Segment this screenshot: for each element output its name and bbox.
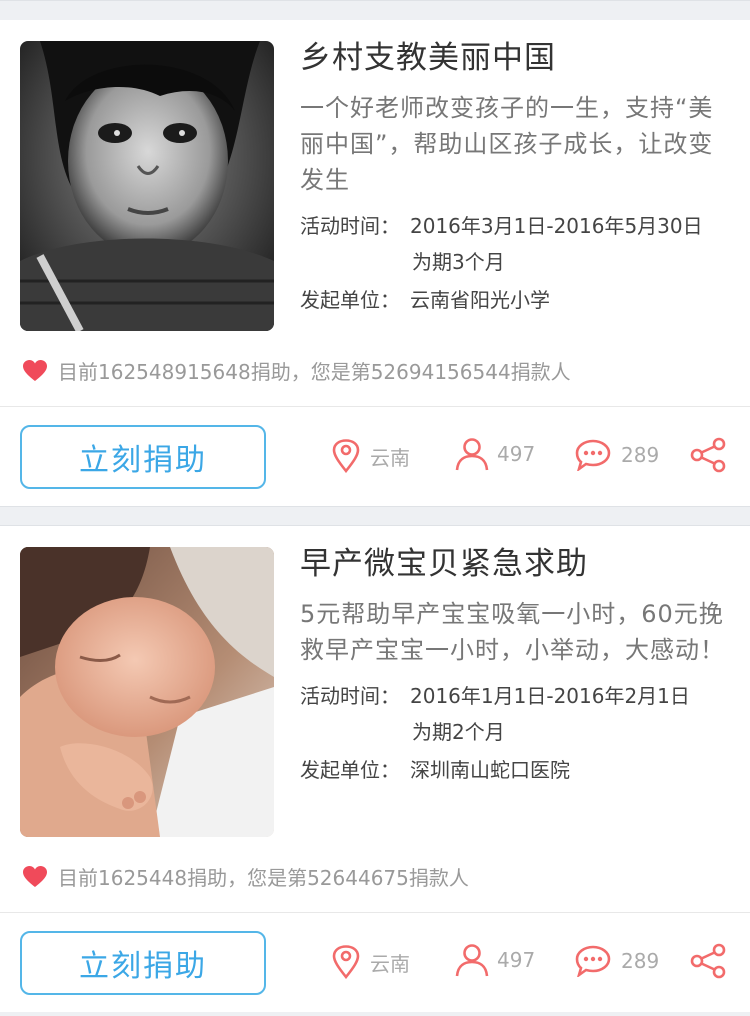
project-meta: 活动时间： 2016年1月1日-2016年2月1日 为期2个月 发起单位： 深圳… xyxy=(300,678,730,788)
project-info: 早产微宝贝紧急求助 5元帮助早产宝宝吸氧一小时，60元挽救早产宝宝一小时，小举动… xyxy=(300,544,730,788)
comments-stat[interactable]: 289 xyxy=(575,945,659,977)
location-label: 云南 xyxy=(370,951,410,976)
project-title[interactable]: 早产微宝贝紧急求助 xyxy=(300,544,730,584)
card-body: 早产微宝贝紧急求助 5元帮助早产宝宝吸氧一小时，60元挽救早产宝宝一小时，小举动… xyxy=(0,526,750,912)
comments-stat[interactable]: 289 xyxy=(575,439,659,471)
donation-text: 目前1625448捐助，您是第52644675捐款人 xyxy=(58,866,469,890)
person-icon xyxy=(455,943,489,977)
share-icon xyxy=(690,437,726,473)
person-icon xyxy=(455,437,489,471)
organizer-label: 发起单位： xyxy=(300,758,400,782)
project-title[interactable]: 乡村支教美丽中国 xyxy=(300,38,730,78)
activity-time-row: 活动时间： 2016年3月1日-2016年5月30日 xyxy=(300,208,730,244)
activity-time-row: 活动时间： 2016年1月1日-2016年2月1日 xyxy=(300,678,730,714)
activity-time-label: 活动时间： xyxy=(300,684,400,708)
participants-count: 497 xyxy=(497,442,536,466)
project-card: 早产微宝贝紧急求助 5元帮助早产宝宝吸氧一小时，60元挽救早产宝宝一小时，小举动… xyxy=(0,526,750,1012)
activity-duration: 为期2个月 xyxy=(412,720,505,744)
chat-bubble-icon xyxy=(575,945,611,977)
organizer-label: 发起单位： xyxy=(300,288,400,312)
donation-summary: 目前1625448捐助，您是第52644675捐款人 xyxy=(22,862,469,891)
location-stat[interactable]: 云南 xyxy=(332,945,410,979)
activity-time-value: 2016年3月1日-2016年5月30日 xyxy=(410,214,703,238)
activity-time-label: 活动时间： xyxy=(300,214,400,238)
activity-duration: 为期3个月 xyxy=(412,250,505,274)
participants-stat[interactable]: 497 xyxy=(455,943,535,977)
location-pin-icon xyxy=(332,945,360,979)
project-image-baby[interactable] xyxy=(20,547,274,837)
share-icon xyxy=(690,943,726,979)
organizer-row: 发起单位： 深圳南山蛇口医院 xyxy=(300,752,730,788)
top-spacer xyxy=(0,0,750,20)
location-stat[interactable]: 云南 xyxy=(332,439,410,473)
participants-count: 497 xyxy=(497,948,536,972)
share-button[interactable] xyxy=(690,437,726,473)
project-info: 乡村支教美丽中国 一个好老师改变孩子的一生，支持“美丽中国”，帮助山区孩子成长，… xyxy=(300,38,730,318)
project-image-girl[interactable] xyxy=(20,41,274,331)
card-body: 乡村支教美丽中国 一个好老师改变孩子的一生，支持“美丽中国”，帮助山区孩子成长，… xyxy=(0,20,750,406)
location-pin-icon xyxy=(332,439,360,473)
donate-now-button[interactable]: 立刻捐助 xyxy=(20,931,266,995)
comments-count: 289 xyxy=(621,443,660,467)
donation-summary: 目前162548915648捐助，您是第52694156544捐款人 xyxy=(22,356,571,385)
card-actions: 立刻捐助 云南 497 289 xyxy=(0,912,750,1012)
project-description: 5元帮助早产宝宝吸氧一小时，60元挽救早产宝宝一小时，小举动，大感动！ xyxy=(300,600,725,664)
share-button[interactable] xyxy=(690,943,726,979)
donate-now-button[interactable]: 立刻捐助 xyxy=(20,425,266,489)
organizer-value: 深圳南山蛇口医院 xyxy=(410,758,570,782)
heart-icon xyxy=(22,359,48,383)
card-actions: 立刻捐助 云南 497 289 xyxy=(0,406,750,506)
donation-text: 目前162548915648捐助，您是第52694156544捐款人 xyxy=(58,360,571,384)
project-meta: 活动时间： 2016年3月1日-2016年5月30日 为期3个月 发起单位： 云… xyxy=(300,208,730,318)
participants-stat[interactable]: 497 xyxy=(455,437,535,471)
organizer-value: 云南省阳光小学 xyxy=(410,288,550,312)
chat-bubble-icon xyxy=(575,439,611,471)
heart-icon xyxy=(22,865,48,889)
project-card: 乡村支教美丽中国 一个好老师改变孩子的一生，支持“美丽中国”，帮助山区孩子成长，… xyxy=(0,20,750,506)
project-description: 一个好老师改变孩子的一生，支持“美丽中国”，帮助山区孩子成长，让改变发生 xyxy=(300,94,714,194)
comments-count: 289 xyxy=(621,949,660,973)
location-label: 云南 xyxy=(370,445,410,470)
card-separator xyxy=(0,506,750,526)
organizer-row: 发起单位： 云南省阳光小学 xyxy=(300,282,730,318)
activity-time-value: 2016年1月1日-2016年2月1日 xyxy=(410,684,690,708)
